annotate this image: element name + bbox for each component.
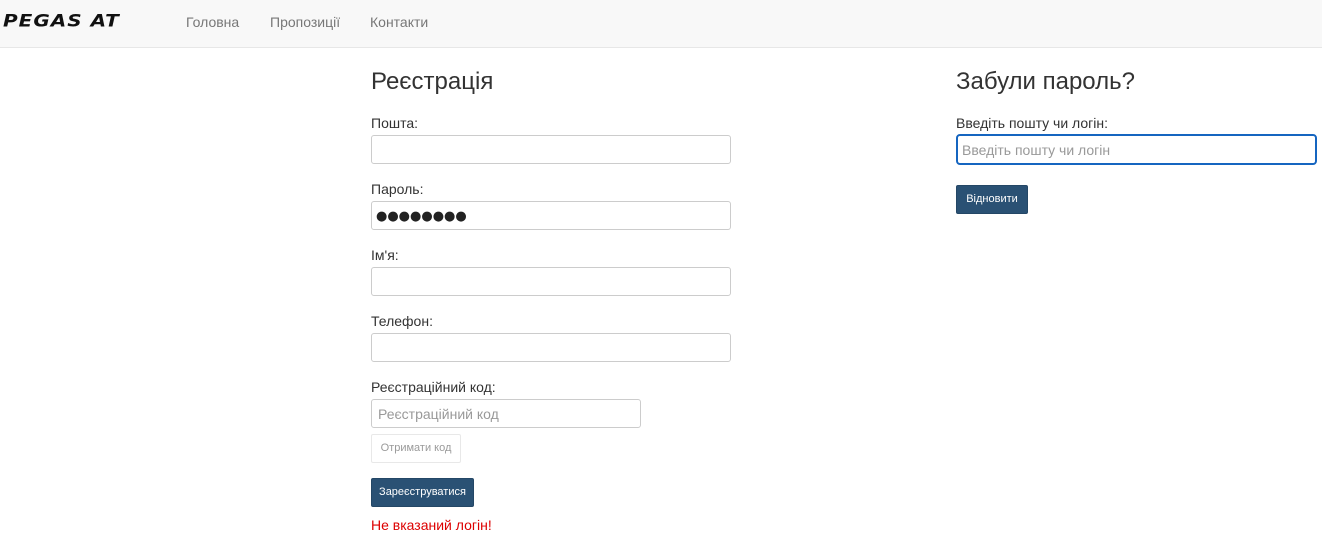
restore-button[interactable]: Відновити xyxy=(956,185,1028,214)
nav-link-contacts[interactable]: Контакти xyxy=(370,14,428,30)
login-label: Введіть пошту чи логін: xyxy=(956,115,1108,131)
password-label: Пароль: xyxy=(371,181,424,197)
get-code-button[interactable]: Отримати код xyxy=(371,434,461,463)
register-button[interactable]: Зареєструватися xyxy=(371,478,474,507)
name-label: Ім'я: xyxy=(371,247,399,263)
phone-label: Телефон: xyxy=(371,313,433,329)
navbar: PEGAS AT Головна Пропозиції Контакти xyxy=(0,0,1322,48)
forgot-password-title: Забули пароль? xyxy=(956,68,1135,95)
name-field[interactable] xyxy=(371,267,731,296)
nav-link-offers[interactable]: Пропозиції xyxy=(270,14,340,30)
password-field[interactable] xyxy=(371,201,731,230)
phone-field[interactable] xyxy=(371,333,731,362)
nav-link-home[interactable]: Головна xyxy=(186,14,239,30)
registration-title: Реєстрація xyxy=(371,68,494,95)
login-input[interactable] xyxy=(956,134,1317,165)
registration-code-field[interactable] xyxy=(371,399,641,428)
error-message: Не вказаний логін! xyxy=(371,517,492,533)
email-label: Пошта: xyxy=(371,115,419,131)
brand-logo[interactable]: PEGAS AT xyxy=(3,12,120,29)
email-field[interactable] xyxy=(371,135,731,164)
registration-code-label: Реєстраційний код: xyxy=(371,379,496,395)
